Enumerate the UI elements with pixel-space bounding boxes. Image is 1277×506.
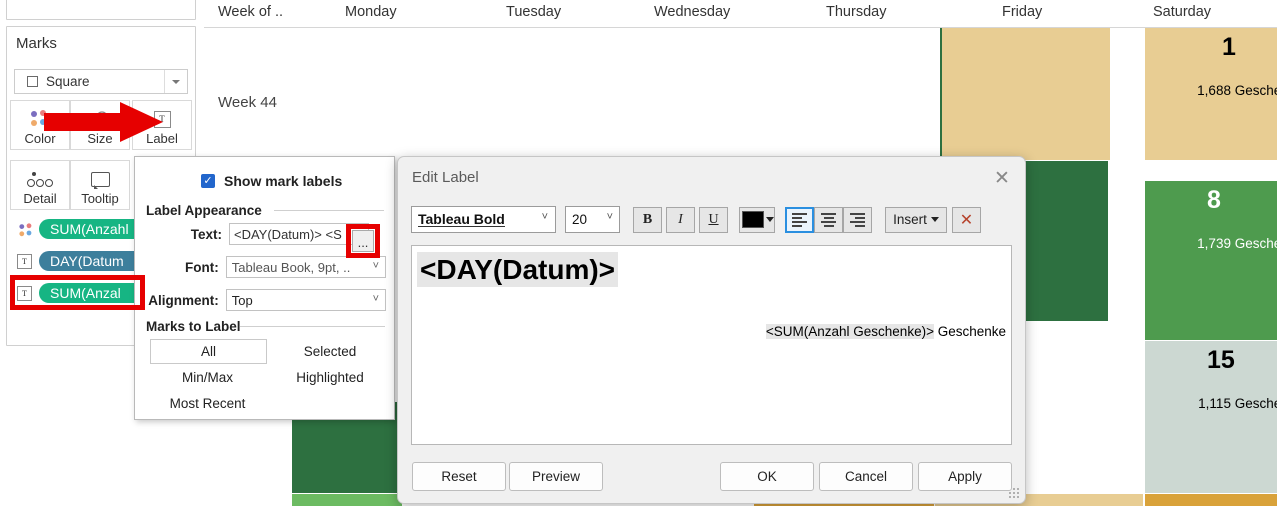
cell-measure-text: 1,739 Geschenke: [1197, 236, 1277, 251]
italic-button[interactable]: I: [666, 206, 695, 233]
marks-to-label-minmax[interactable]: Min/Max: [150, 370, 265, 385]
row-header-week-44: Week 44: [218, 94, 277, 111]
dialog-title: Edit Label: [412, 169, 479, 186]
label-text-editor[interactable]: <DAY(Datum)> <SUM(Anzahl Geschenke)> Ges…: [411, 245, 1012, 445]
detail-shelf-label: Detail: [23, 191, 57, 206]
viz-cell-partial[interactable]: [292, 494, 402, 506]
chevron-down-icon: ˅: [606, 211, 613, 223]
cell-measure-text: 1,688 Geschenke: [1197, 83, 1277, 98]
show-mark-labels-label: Show mark labels: [224, 173, 343, 189]
column-header-tuesday: Tuesday: [506, 4, 562, 20]
close-icon[interactable]: ✕: [989, 165, 1015, 191]
label-appearance-rule: [274, 210, 384, 211]
column-header-thursday: Thursday: [826, 4, 887, 20]
ellipsis-button-highlight: [346, 224, 380, 258]
chevron-down-icon[interactable]: [164, 70, 187, 93]
editor-line-day-field: <DAY(Datum)>: [417, 252, 619, 288]
column-header-saturday: Saturday: [1153, 4, 1212, 20]
align-center-icon[interactable]: [814, 206, 843, 233]
alignment-field-label: Alignment:: [148, 292, 219, 308]
marks-to-label-most-recent[interactable]: Most Recent: [150, 396, 265, 411]
viz-cell-partial[interactable]: [1145, 494, 1277, 506]
insert-button-label: Insert: [893, 212, 927, 227]
apply-button[interactable]: Apply: [918, 462, 1012, 491]
font-dropdown[interactable]: Tableau Book, 9pt, .. ˅: [225, 256, 386, 278]
chevron-down-icon: ˅: [372, 260, 379, 272]
align-left-icon[interactable]: [785, 206, 814, 233]
chevron-down-icon: ˅: [372, 293, 379, 305]
cell-measure-text: 1,115 Geschenke: [1198, 396, 1277, 411]
text-field-label: Text:: [190, 226, 222, 242]
preview-button[interactable]: Preview: [509, 462, 603, 491]
column-header-wednesday: Wednesday: [654, 4, 731, 20]
marks-to-label-selected[interactable]: Selected: [275, 344, 385, 359]
alignment-dropdown[interactable]: Top ˅: [225, 289, 386, 311]
marks-to-label-all[interactable]: All: [150, 339, 267, 364]
panel-above-marks: [6, 0, 196, 20]
sum-field-token: <SUM(Anzahl Geschenke)>: [765, 324, 934, 339]
detail-shelf-button[interactable]: Detail: [10, 160, 70, 210]
column-header-friday: Friday: [1002, 4, 1043, 20]
font-size-value: 20: [572, 212, 588, 227]
label-appearance-title: Label Appearance: [146, 203, 262, 218]
color-dots-icon: [16, 221, 33, 238]
text-color-button[interactable]: [739, 206, 775, 233]
show-mark-labels-row[interactable]: ✓ Show mark labels: [201, 173, 342, 189]
cell-day-number: 1: [1222, 33, 1236, 61]
column-header-week-of: Week of ..: [218, 4, 284, 20]
viz-cell-day-1[interactable]: 1 1,688 Geschenke: [1145, 28, 1277, 160]
cell-day-number: 8: [1207, 186, 1221, 214]
marks-to-label-title: Marks to Label: [146, 319, 241, 334]
detail-dots-icon: [11, 168, 69, 190]
mark-type-label: Square: [46, 74, 90, 89]
font-dropdown-value: Tableau Book, 9pt, ..: [231, 259, 351, 275]
column-header-monday: Monday: [345, 4, 397, 20]
insert-button[interactable]: Insert: [885, 206, 947, 233]
viz-cell-1[interactable]: [942, 28, 1110, 160]
underline-button[interactable]: U: [699, 206, 728, 233]
chevron-down-icon: ˅: [541, 211, 548, 223]
font-field-row: Font: Tableau Book, 9pt, .. ˅: [146, 256, 386, 278]
tooltip-icon: [71, 168, 129, 190]
cell-day-number: 15: [1207, 346, 1235, 374]
alignment-dropdown-value: Top: [231, 292, 253, 308]
marks-title: Marks: [16, 35, 57, 52]
label-options-popup: ✓ Show mark labels Label Appearance Text…: [134, 156, 395, 420]
chevron-down-icon: [766, 217, 774, 222]
align-right-icon[interactable]: [843, 206, 872, 233]
font-field-label: Font:: [185, 259, 219, 275]
marks-to-label-highlighted[interactable]: Highlighted: [275, 370, 385, 385]
clear-formatting-icon[interactable]: ✕: [952, 206, 981, 233]
mark-type-dropdown[interactable]: Square: [14, 69, 188, 94]
column-headers: Week of .. Monday Tuesday Wednesday Thur…: [204, 0, 1277, 28]
marks-to-label-all-text: All: [200, 344, 216, 359]
sum-label-pill-highlight: [10, 275, 145, 310]
red-arrow-pointing-to-label-button: [44, 102, 163, 142]
cancel-button[interactable]: Cancel: [819, 462, 913, 491]
font-family-value: Tableau Bold: [418, 210, 505, 228]
tooltip-shelf-button[interactable]: Tooltip: [70, 160, 130, 210]
font-size-dropdown[interactable]: 20 ˅: [565, 206, 620, 233]
marks-to-label-rule: [240, 326, 385, 327]
checkbox-checked-icon[interactable]: ✓: [201, 174, 215, 188]
rich-text-toolbar: Tableau Bold ˅ 20 ˅ B I U Insert ✕: [411, 205, 1012, 234]
label-text-icon: T: [16, 253, 33, 270]
tooltip-shelf-label: Tooltip: [81, 191, 119, 206]
header-divider: [204, 27, 1277, 28]
ok-button[interactable]: OK: [720, 462, 814, 491]
sum-field-suffix: Geschenke: [933, 324, 1006, 339]
viz-cell-day-8[interactable]: 8 1,739 Geschenke: [1145, 181, 1277, 340]
square-icon: [27, 76, 38, 87]
alignment-field-row: Alignment: Top ˅: [146, 289, 386, 311]
reset-button[interactable]: Reset: [412, 462, 506, 491]
resize-grip[interactable]: [1009, 488, 1019, 498]
chevron-down-icon: [930, 217, 939, 222]
edit-label-dialog: Edit Label ✕ Tableau Bold ˅ 20 ˅ B I U I…: [397, 156, 1026, 504]
editor-line-sum-field: <SUM(Anzahl Geschenke)> Geschenke: [765, 324, 1006, 339]
bold-button[interactable]: B: [633, 206, 662, 233]
font-family-dropdown[interactable]: Tableau Bold ˅: [411, 206, 556, 233]
color-swatch: [742, 211, 764, 228]
viz-cell-day-15[interactable]: 15 1,115 Geschenke: [1145, 341, 1277, 493]
